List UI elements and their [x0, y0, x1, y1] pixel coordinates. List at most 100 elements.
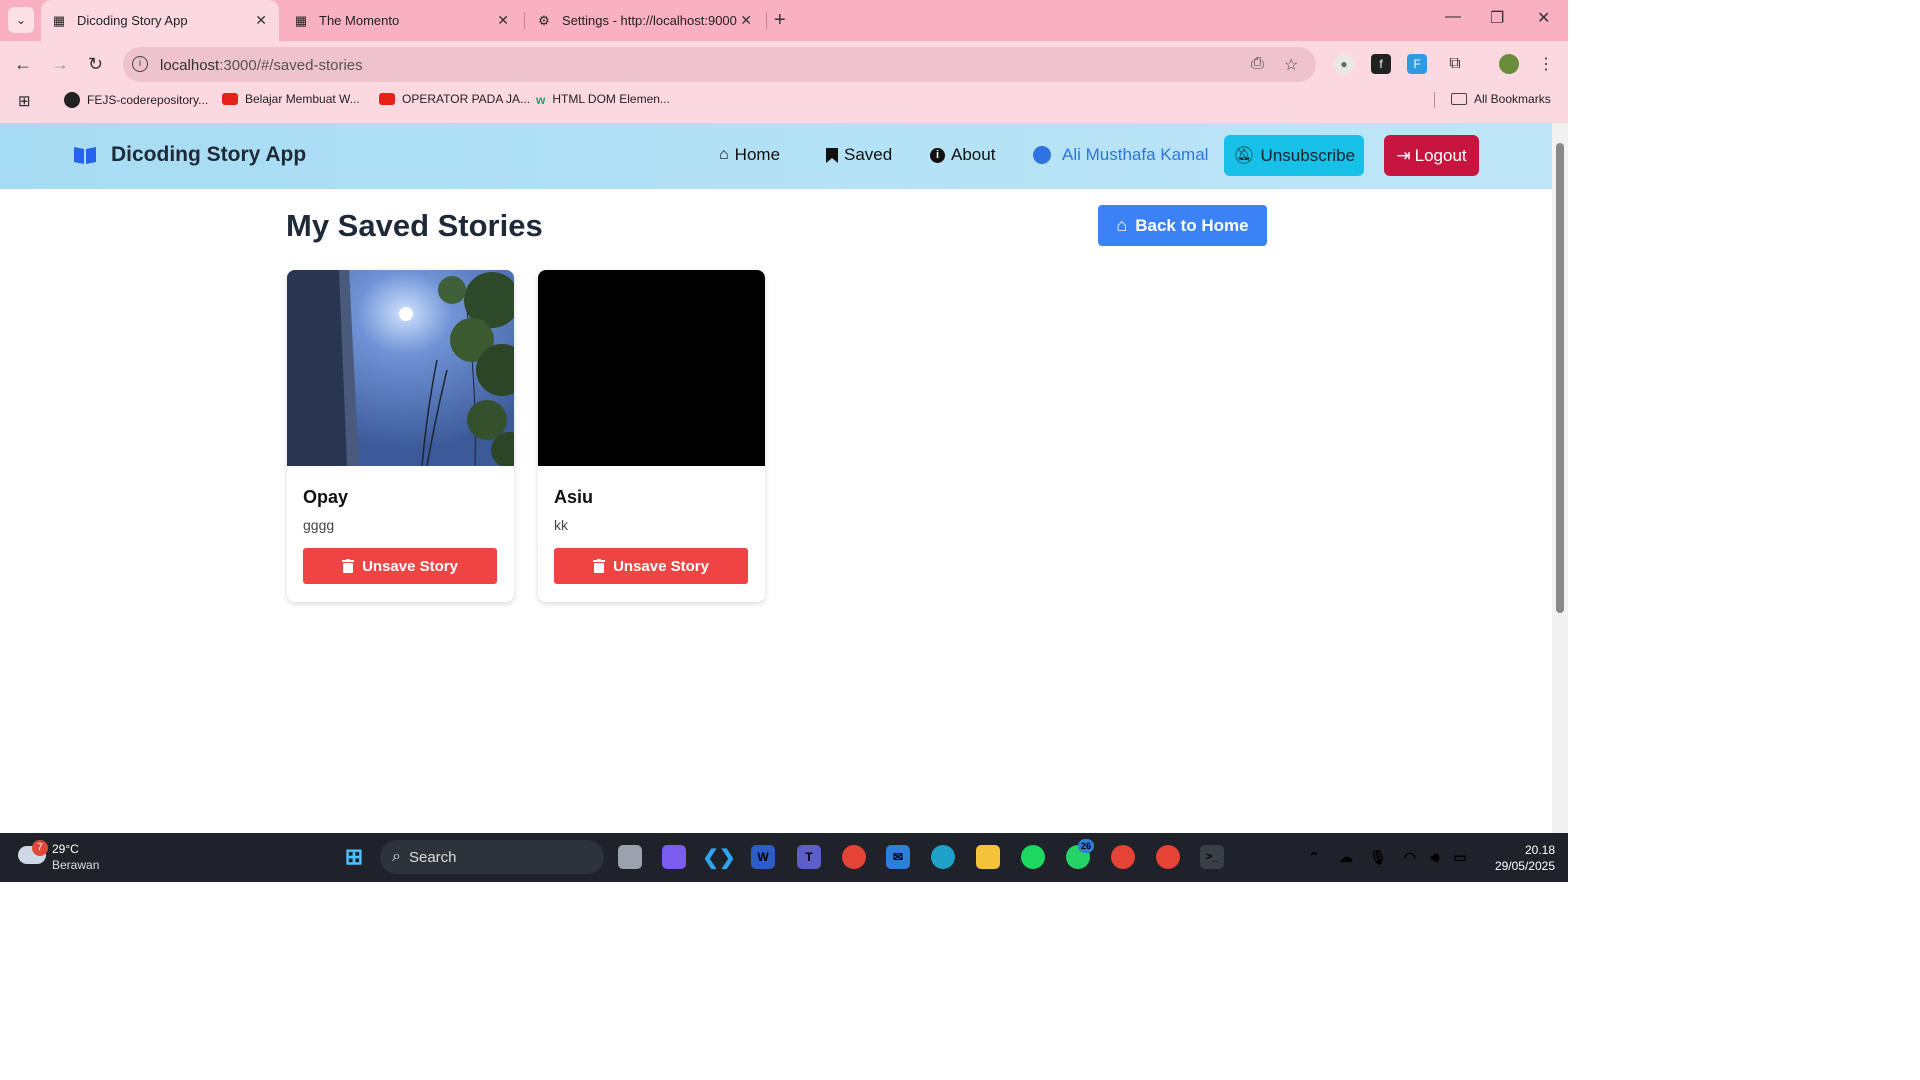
apps-icon[interactable]: ⊞ [18, 92, 31, 110]
logout-label: Logout [1414, 145, 1467, 165]
vscode-icon[interactable]: ❮❯ [702, 845, 736, 869]
nav-home-label: Home [734, 145, 781, 164]
nav-about[interactable]: i About [930, 145, 995, 165]
home-icon: ⌂ [1116, 215, 1128, 235]
tab-search-button[interactable]: ⌄ [8, 7, 34, 33]
back-to-home-button[interactable]: ⌂ Back to Home [1098, 205, 1267, 246]
weather-desc[interactable]: Berawan [52, 858, 99, 872]
whatsapp-icon[interactable]: 26 [1066, 839, 1095, 869]
close-window-icon[interactable]: ✕ [1537, 8, 1550, 28]
chrome-icon[interactable] [1111, 845, 1135, 869]
taskbar-search[interactable]: ⌕ Search [380, 840, 604, 874]
tab-settings[interactable]: ⚙ Settings - http://localhost:9000 ✕ [526, 0, 764, 41]
edge-icon[interactable] [931, 845, 955, 869]
user-profile[interactable]: Ali Musthafa Kamal [1033, 145, 1208, 165]
star-icon[interactable]: ☆ [1284, 55, 1298, 75]
story-title: Opay [303, 487, 349, 507]
new-tab-button[interactable]: + [774, 9, 786, 32]
all-bookmarks-label: All Bookmarks [1474, 92, 1551, 106]
nav-saved-label: Saved [844, 145, 893, 164]
avatar[interactable] [1499, 54, 1519, 74]
onedrive-icon[interactable]: ☁ [1334, 845, 1358, 869]
site-info-icon[interactable]: i [132, 56, 148, 72]
home-icon: ⌂ [719, 146, 729, 163]
trash-icon [342, 559, 355, 573]
grid-icon: ▦ [52, 12, 66, 28]
bookmark-item[interactable]: w HTML DOM Elemen... [536, 92, 670, 107]
volume-icon[interactable]: 🔊︎ [1423, 845, 1447, 869]
weather-badge: 7 [32, 840, 48, 856]
all-bookmarks[interactable]: All Bookmarks [1451, 92, 1551, 106]
search-icon: ⌕ [392, 848, 401, 865]
chevron-up-icon[interactable]: ⌃ [1302, 845, 1326, 869]
bookmark-item[interactable]: OPERATOR PADA JA... [379, 92, 530, 106]
install-app-icon[interactable]: ⎙ [1251, 55, 1264, 73]
weather-icon[interactable]: 7 [18, 840, 48, 866]
extension-icon[interactable]: F [1407, 54, 1427, 74]
reload-icon[interactable]: ↻ [88, 54, 103, 75]
chrome-icon[interactable] [842, 845, 866, 869]
copilot-icon[interactable] [662, 845, 686, 869]
mail-icon[interactable]: ✉ [886, 845, 910, 869]
brand[interactable]: Dicoding Story App [73, 143, 306, 167]
task-view-icon[interactable] [618, 845, 642, 869]
logout-button[interactable]: ⇥ Logout [1384, 135, 1479, 176]
restore-icon[interactable]: ❐ [1490, 8, 1504, 28]
windows-start-icon[interactable]: ⊞ [342, 844, 366, 869]
search-label: Search [408, 848, 457, 866]
address-url[interactable]: localhost:3000/#/saved-stories [160, 57, 363, 74]
unsave-story-button[interactable]: Unsave Story [554, 548, 748, 584]
story-description: gggg [303, 517, 335, 533]
terminal-icon[interactable]: >_ [1200, 845, 1224, 869]
clock-time[interactable]: 20.18 [1515, 843, 1555, 857]
menu-icon[interactable]: ⋮ [1536, 54, 1556, 74]
bookmark-item[interactable]: Belajar Membuat W... [222, 92, 360, 106]
font-extension-icon[interactable]: f [1371, 54, 1391, 74]
unsave-story-button[interactable]: Unsave Story [303, 548, 497, 584]
tab-title: Dicoding Story App [77, 13, 188, 28]
puzzle-icon[interactable]: ⧉ [1445, 54, 1465, 74]
unsubscribe-button[interactable]: 🔕︎ Unsubscribe [1224, 135, 1364, 176]
microphone-icon[interactable]: 🎙︎ [1366, 845, 1390, 869]
forward-arrow-icon[interactable]: → [51, 54, 69, 75]
teams-icon[interactable]: T [797, 845, 821, 869]
nav-saved[interactable]: Saved [826, 145, 892, 165]
folder-icon [1451, 93, 1467, 105]
tab-title: The Momento [319, 13, 400, 28]
unsave-label: Unsave Story [613, 557, 709, 575]
scrollbar-thumb[interactable] [1556, 143, 1564, 613]
youtube-icon [222, 93, 238, 105]
battery-icon[interactable]: ▭ [1448, 845, 1472, 869]
close-icon[interactable]: ✕ [740, 12, 752, 29]
wifi-icon[interactable]: ◠ [1398, 845, 1422, 869]
story-card: Asiu kk Unsave Story [538, 270, 765, 602]
trash-icon [593, 559, 606, 573]
sign-out-icon: ⇥ [1396, 145, 1411, 165]
back-arrow-icon[interactable]: ← [14, 54, 32, 75]
tab-momento[interactable]: ▦ The Momento ✕ [283, 0, 521, 41]
github-icon [64, 92, 80, 108]
unsubscribe-label: Unsubscribe [1260, 145, 1356, 165]
bookmark-label: Belajar Membuat W... [245, 92, 360, 106]
bookmark-item[interactable]: FEJS-coderepository... [64, 92, 208, 108]
bookmark-label: HTML DOM Elemen... [552, 92, 670, 106]
weather-temp[interactable]: 29°C [52, 842, 79, 856]
bell-slash-icon: 🔕︎ [1232, 145, 1255, 165]
back-to-home-label: Back to Home [1135, 215, 1249, 235]
spotify-icon[interactable] [1021, 845, 1045, 869]
word-icon[interactable]: W [751, 845, 775, 869]
tab-dicoding[interactable]: ▦ Dicoding Story App ✕ [41, 0, 279, 41]
extension-icon[interactable]: ● [1334, 54, 1354, 74]
close-icon[interactable]: ✕ [255, 12, 267, 29]
close-icon[interactable]: ✕ [497, 12, 509, 29]
chrome-icon[interactable] [1156, 845, 1180, 869]
story-description: kk [554, 517, 568, 533]
clock-date[interactable]: 29/05/2025 [1482, 859, 1555, 873]
file-explorer-icon[interactable] [976, 845, 1000, 869]
minimize-icon[interactable]: — [1445, 8, 1461, 26]
unsave-label: Unsave Story [362, 557, 458, 575]
nav-home[interactable]: ⌂ Home [719, 145, 780, 165]
taskbar [0, 833, 1568, 882]
brand-title: Dicoding Story App [111, 143, 307, 166]
user-circle-icon [1033, 146, 1051, 164]
